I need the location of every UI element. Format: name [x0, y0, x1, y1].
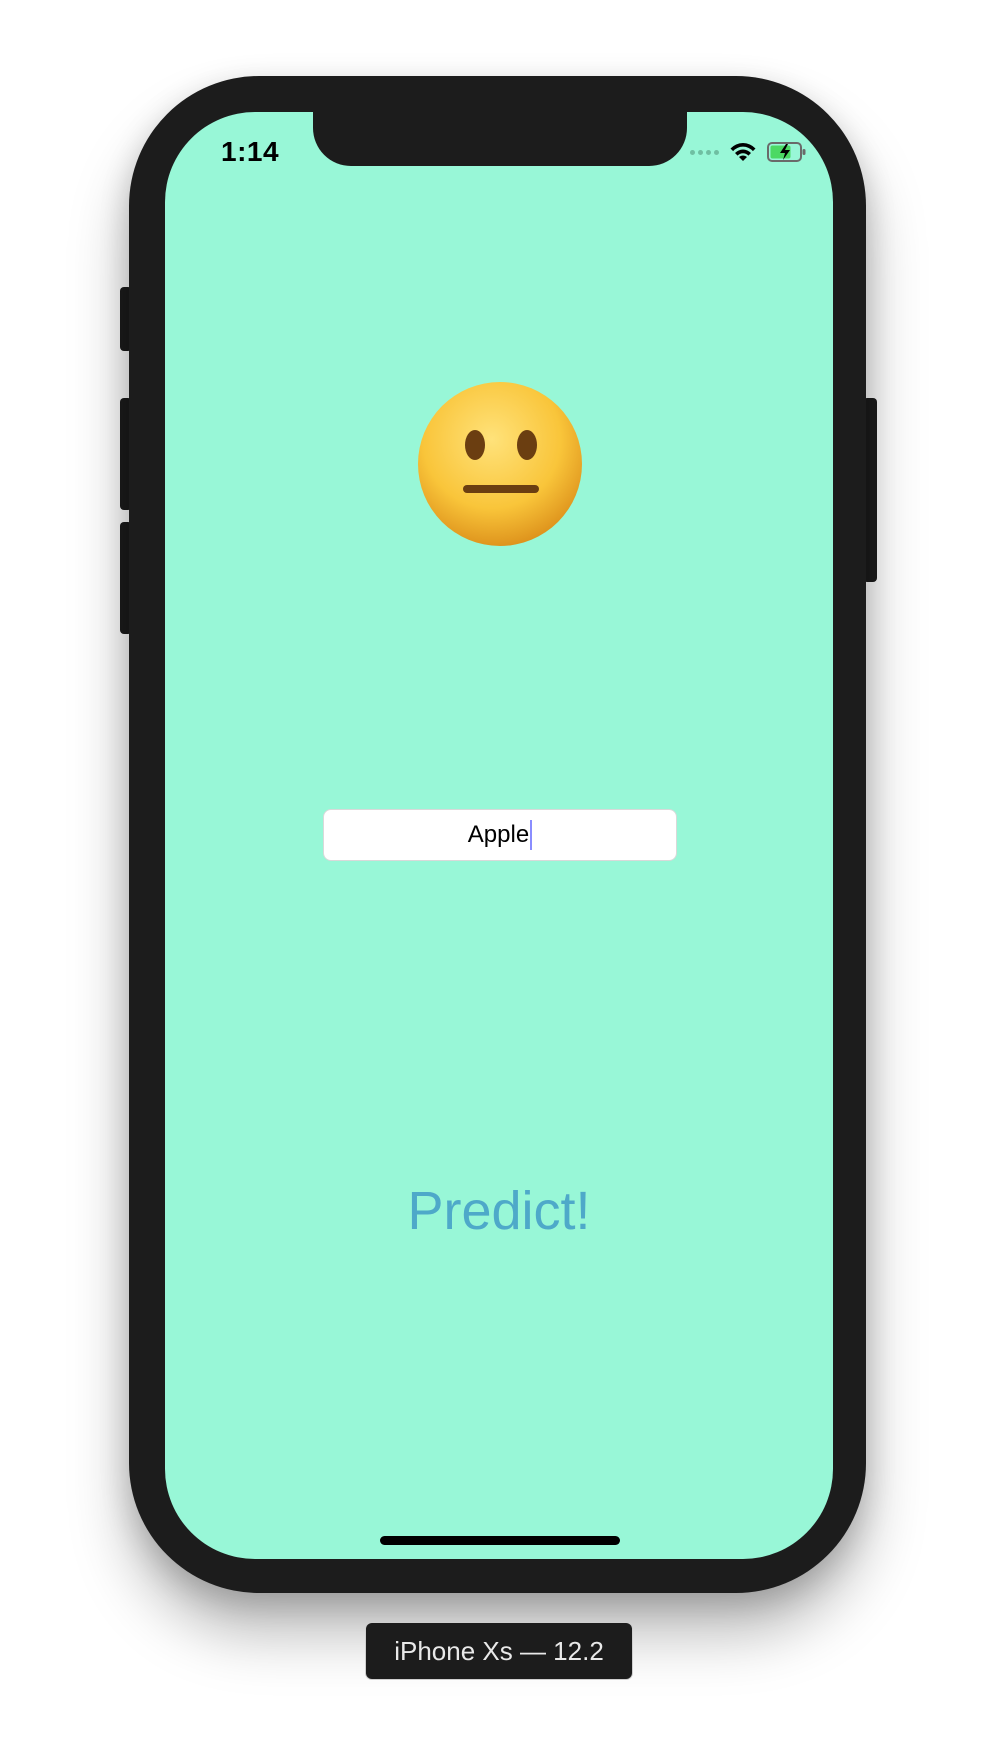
home-indicator[interactable] — [380, 1536, 620, 1545]
text-caret — [530, 820, 533, 850]
word-input-field[interactable]: Apple — [323, 809, 677, 861]
wifi-icon — [730, 143, 756, 161]
battery-charging-icon — [767, 142, 806, 162]
app-screen: 1:14 Apple Predict! — [165, 112, 833, 1559]
word-input-value: Apple — [467, 821, 530, 848]
status-time: 1:14 — [221, 136, 280, 167]
neutral-face-icon — [418, 382, 582, 546]
notch — [313, 112, 687, 166]
cellular-signal-icon — [690, 149, 719, 155]
simulator-device-label: iPhone Xs — 12.2 — [366, 1623, 632, 1679]
predict-button[interactable]: Predict! — [165, 1180, 833, 1242]
status-icons — [690, 138, 807, 166]
